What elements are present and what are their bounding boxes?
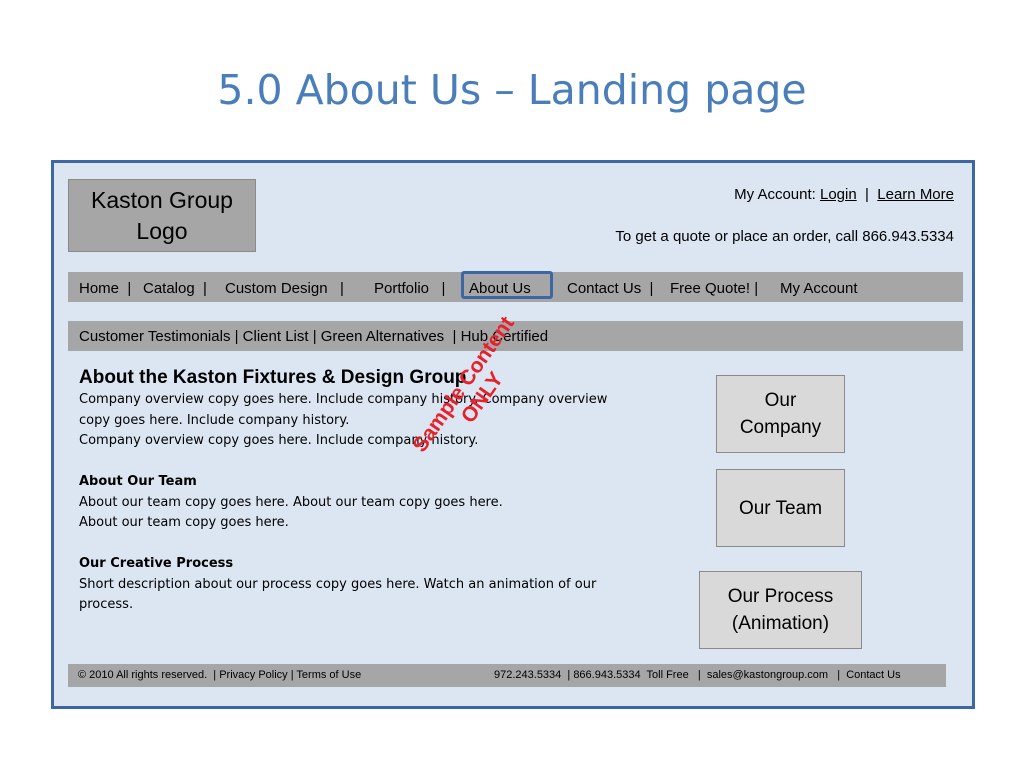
footer-bar: © 2010 All rights reserved. | Privacy Po… <box>68 664 946 687</box>
nav-item-custom-design[interactable]: Custom Design | <box>225 280 344 297</box>
section-heading: About the Kaston Fixtures & Design Group <box>79 367 467 388</box>
footer-legal-links[interactable]: © 2010 All rights reserved. | Privacy Po… <box>78 669 361 681</box>
nav-item-home[interactable]: Home | <box>79 280 131 297</box>
account-links: My Account: Login | Learn More <box>734 186 954 203</box>
overview-line-3: Company overview copy goes here. Include… <box>79 433 479 448</box>
our-company-line-2: Company <box>739 417 822 438</box>
our-company-line-1: Our <box>764 390 797 411</box>
quote-text: To get a quote or place an order, call 8… <box>615 228 954 245</box>
nav-item-free-quote[interactable]: Free Quote! | <box>670 280 758 297</box>
our-team-button[interactable]: Our Team <box>716 469 845 547</box>
account-separator: | <box>865 186 869 203</box>
login-link[interactable]: Login <box>820 186 857 203</box>
nav-item-contact-us[interactable]: Contact Us | <box>567 280 653 297</box>
slide-title: 5.0 About Us – Landing page <box>217 66 807 114</box>
our-process-line-2: (Animation) <box>731 613 830 634</box>
our-process-line-1: Our Process <box>727 586 834 607</box>
nav-item-my-account[interactable]: My Account <box>780 280 858 297</box>
active-nav-highlight <box>461 271 553 299</box>
our-company-button[interactable]: Our Company <box>716 375 845 453</box>
our-team-label: Our Team <box>738 497 823 519</box>
process-heading: Our Creative Process <box>79 556 234 571</box>
learn-more-link[interactable]: Learn More <box>877 186 954 203</box>
overview-line-1: Company overview copy goes here. Include… <box>79 392 608 407</box>
account-label: My Account: <box>734 186 816 203</box>
team-line-1: About our team copy goes here. About our… <box>79 494 503 510</box>
main-content: About the Kaston Fixtures & Design Group… <box>79 366 649 616</box>
logo-placeholder[interactable]: Kaston Group Logo <box>68 179 256 252</box>
process-line-1: Short description about our process copy… <box>79 576 597 592</box>
footer-contact-info[interactable]: 972.243.5334 | 866.943.5334 Toll Free | … <box>494 669 901 681</box>
logo-line-2: Logo <box>136 217 188 244</box>
overview-line-2: copy goes here. Include company history. <box>79 412 350 428</box>
team-line-2: About our team copy goes here. <box>79 515 289 530</box>
team-heading: About Our Team <box>79 474 197 489</box>
nav-item-portfolio[interactable]: Portfolio | <box>374 280 445 297</box>
nav-item-catalog[interactable]: Catalog | <box>143 280 207 297</box>
logo-line-1: Kaston Group <box>91 186 233 213</box>
our-process-button[interactable]: Our Process (Animation) <box>699 571 862 649</box>
process-line-2: process. <box>79 597 134 612</box>
